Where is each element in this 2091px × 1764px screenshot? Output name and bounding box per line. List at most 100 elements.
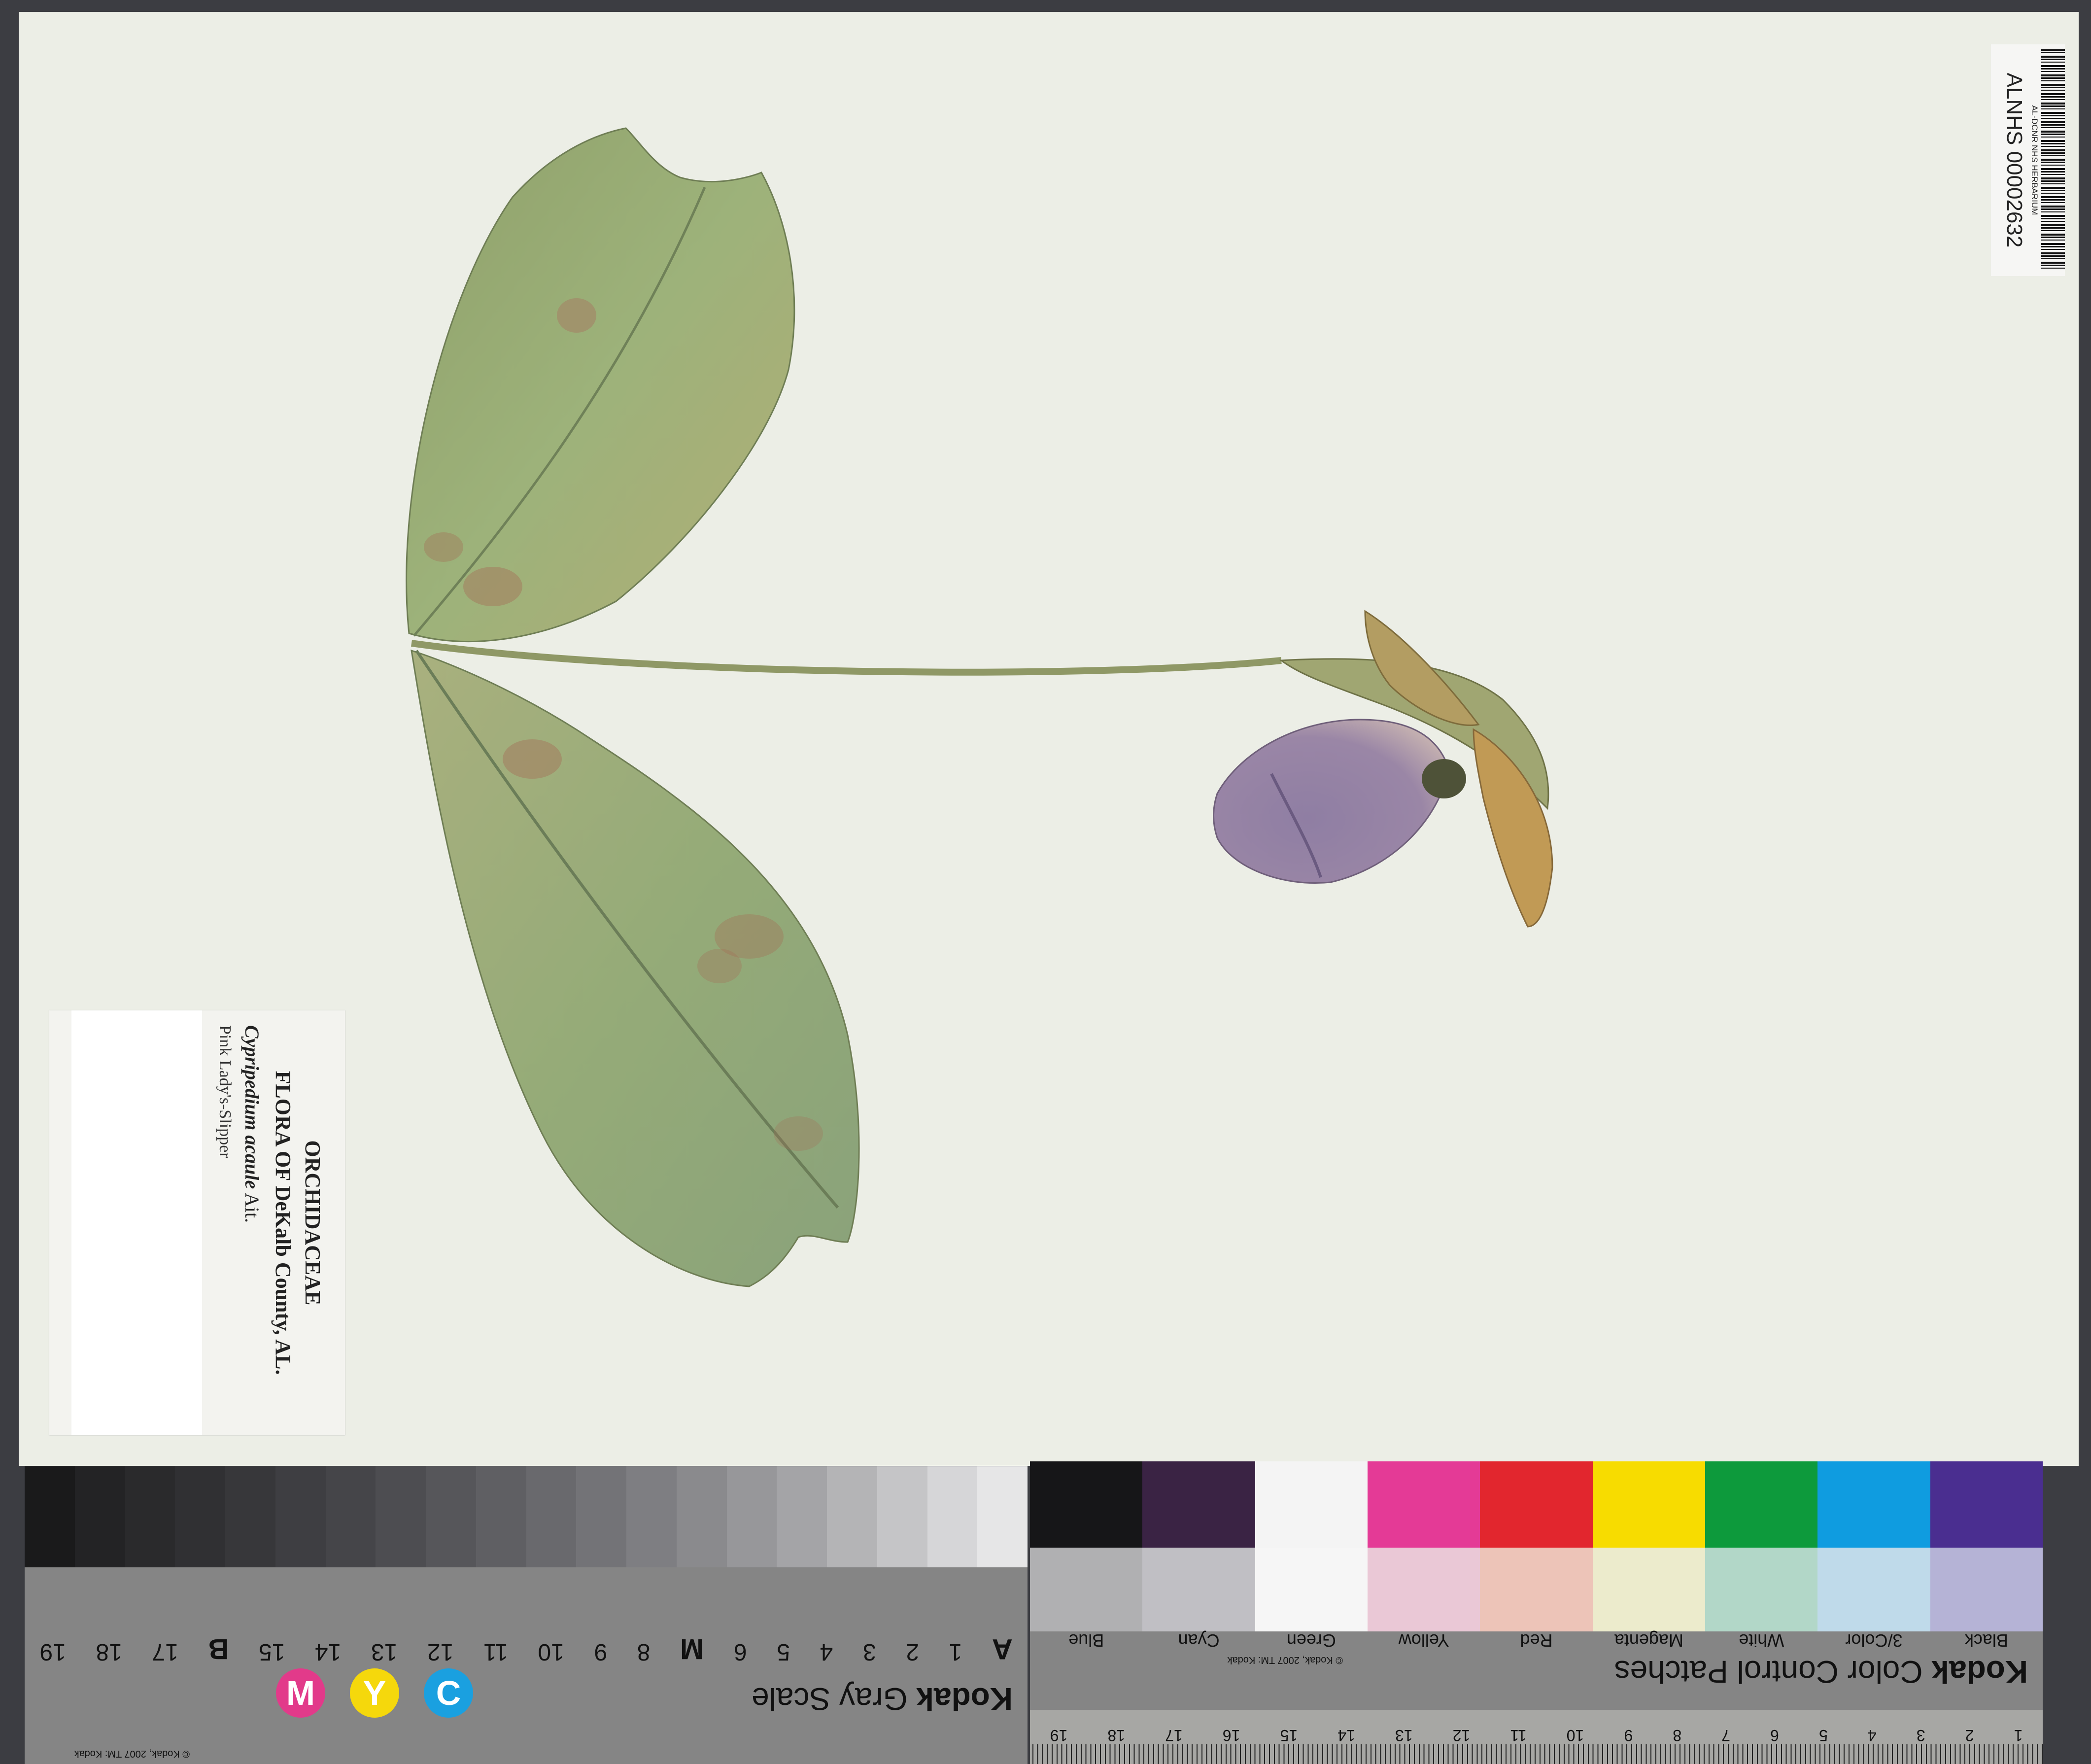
ruler-cm-label: 12 (1452, 1727, 1471, 1744)
color-name: Green (1286, 1630, 1336, 1651)
ruler-cm-label: 11 (1510, 1727, 1527, 1744)
gray-step-label: 14 (314, 1639, 342, 1665)
kodak-gray-scale: A 1 2 3 4 5 6 M 8 9 10 11 12 13 14 15 B 17 18 19 Kodak Gray… (25, 1466, 1028, 1764)
color-patch-tint (1367, 1548, 1480, 1631)
gray-step-label: 4 (820, 1639, 833, 1665)
gray-step-label: A (992, 1633, 1013, 1665)
gray-step-label: 11 (483, 1639, 508, 1665)
cmy-c-badge: C (424, 1668, 473, 1718)
gray-patch (526, 1466, 577, 1567)
gray-patch (626, 1466, 677, 1567)
ruler-cm-label: 2 (1965, 1727, 1974, 1744)
ruler-cm-label: 13 (1395, 1727, 1413, 1744)
flower-stalk (411, 640, 1282, 676)
color-patch-tint (1592, 1548, 1705, 1631)
gray-step-label: 9 (594, 1639, 608, 1665)
color-patch-tint (1930, 1548, 2043, 1631)
color-patch-tint (1705, 1548, 1818, 1631)
barcode-id: ALNHS 00002632 (2002, 72, 2026, 248)
color-name: Blue (1068, 1630, 1104, 1651)
gray-patch (977, 1466, 1028, 1567)
cmy-y-badge: Y (350, 1668, 399, 1718)
gray-patch (25, 1466, 75, 1567)
gray-step-label: 2 (906, 1639, 919, 1665)
gray-patch (726, 1466, 777, 1567)
color-patch (1030, 1461, 1143, 1548)
barcode-label: AL-DCNR NHS HERBARIUM ALNHS 00002632 (1991, 44, 2065, 276)
gray-patch (225, 1466, 275, 1567)
color-patch (1930, 1461, 2043, 1548)
label-family: ORCHIDACEAE (301, 1140, 325, 1306)
color-patch-tint (1142, 1548, 1255, 1631)
color-patch (1255, 1461, 1368, 1548)
color-name: Magenta (1614, 1630, 1683, 1651)
color-copyright: © Kodak, 2007 TM: Kodak (1227, 1655, 1343, 1665)
specimen-label: ORCHIDACEAE FLORA OF DeKalb County, AL. … (49, 1010, 345, 1435)
label-species: Cypripedium acaule (241, 1025, 263, 1189)
ruler-cm-label: 1 (2014, 1727, 2023, 1744)
gray-step-label: 6 (733, 1639, 747, 1665)
color-patch (1817, 1461, 1930, 1548)
ruler-cm-labels: 1 2 3 4 5 6 7 8 9 10 11 12 13 14 15 16 17 18 19 (1030, 1726, 2043, 1744)
gray-patch (927, 1466, 978, 1567)
color-name: Cyan (1178, 1630, 1220, 1651)
ruler-cm-label: 17 (1165, 1727, 1183, 1744)
gray-patch (676, 1466, 727, 1567)
color-name: Yellow (1398, 1630, 1449, 1651)
color-patch (1480, 1461, 1593, 1548)
gray-patch (175, 1466, 225, 1567)
ruler-cm-label: 5 (1819, 1727, 1828, 1744)
color-patch (1592, 1461, 1705, 1548)
gray-patch (125, 1466, 175, 1567)
gray-step-label: 10 (538, 1639, 564, 1665)
pouch (1213, 719, 1450, 884)
gray-step-label: 12 (427, 1639, 454, 1665)
gray-brand: Kodak (916, 1681, 1013, 1717)
gray-patch (576, 1466, 626, 1567)
ruler-cm-label: 4 (1867, 1727, 1877, 1744)
gray-step-label: 15 (258, 1639, 285, 1665)
color-name: Red (1520, 1630, 1553, 1651)
gray-step-label: 17 (152, 1639, 178, 1665)
color-patches-top (1030, 1461, 2043, 1548)
ruler-cm-label: 19 (1050, 1727, 1068, 1744)
gray-patches (25, 1466, 1028, 1567)
ruler-cm-label: 16 (1222, 1727, 1240, 1744)
ruler-cm-label: 15 (1280, 1727, 1298, 1744)
color-patches-bottom (1030, 1548, 2043, 1631)
ruler-cm-label: 8 (1673, 1727, 1682, 1744)
gray-step-label: M (680, 1633, 704, 1665)
label-species-line: Cypripedium acaule Ait. (240, 1025, 264, 1223)
gray-patch (325, 1466, 376, 1567)
gray-step-label: 18 (96, 1639, 122, 1665)
gray-step-label: 19 (39, 1639, 66, 1665)
color-brand: Kodak (1931, 1654, 2028, 1690)
barcode-institution: AL-DCNR NHS HERBARIUM (2030, 105, 2039, 215)
label-flora: FLORA OF DeKalb County, AL. (271, 1071, 295, 1375)
color-patch (1705, 1461, 1818, 1548)
gray-step-label: 8 (637, 1639, 651, 1665)
color-title: Kodak Color Control Patches (1614, 1654, 2028, 1690)
ruler-ticks (1030, 1744, 2043, 1764)
gray-step-label: B (208, 1633, 229, 1665)
gray-patch (426, 1466, 476, 1567)
ruler-cm-label: 3 (1916, 1727, 1925, 1744)
label-author: Ait. (241, 1193, 263, 1223)
color-title-text: Color Control Patches (1614, 1654, 1923, 1690)
color-patch-tint (1030, 1548, 1143, 1631)
color-name: Black (1964, 1630, 2008, 1651)
gray-patch (74, 1466, 125, 1567)
color-patch (1142, 1461, 1255, 1548)
gray-patch (827, 1466, 877, 1567)
gray-patch (777, 1466, 827, 1567)
gray-patch (877, 1466, 927, 1567)
gray-title: Gray Scale (752, 1681, 908, 1717)
gray-patch (476, 1466, 526, 1567)
gray-copyright: © Kodak, 2007 TM: Kodak (74, 1748, 190, 1759)
color-patch-tint (1817, 1548, 1930, 1631)
gray-patch (376, 1466, 426, 1567)
ruler-cm-label: 7 (1721, 1727, 1731, 1744)
color-patch-tint (1255, 1548, 1368, 1631)
ruler-cm-label: 6 (1770, 1727, 1779, 1744)
petal-top (1364, 610, 1480, 726)
